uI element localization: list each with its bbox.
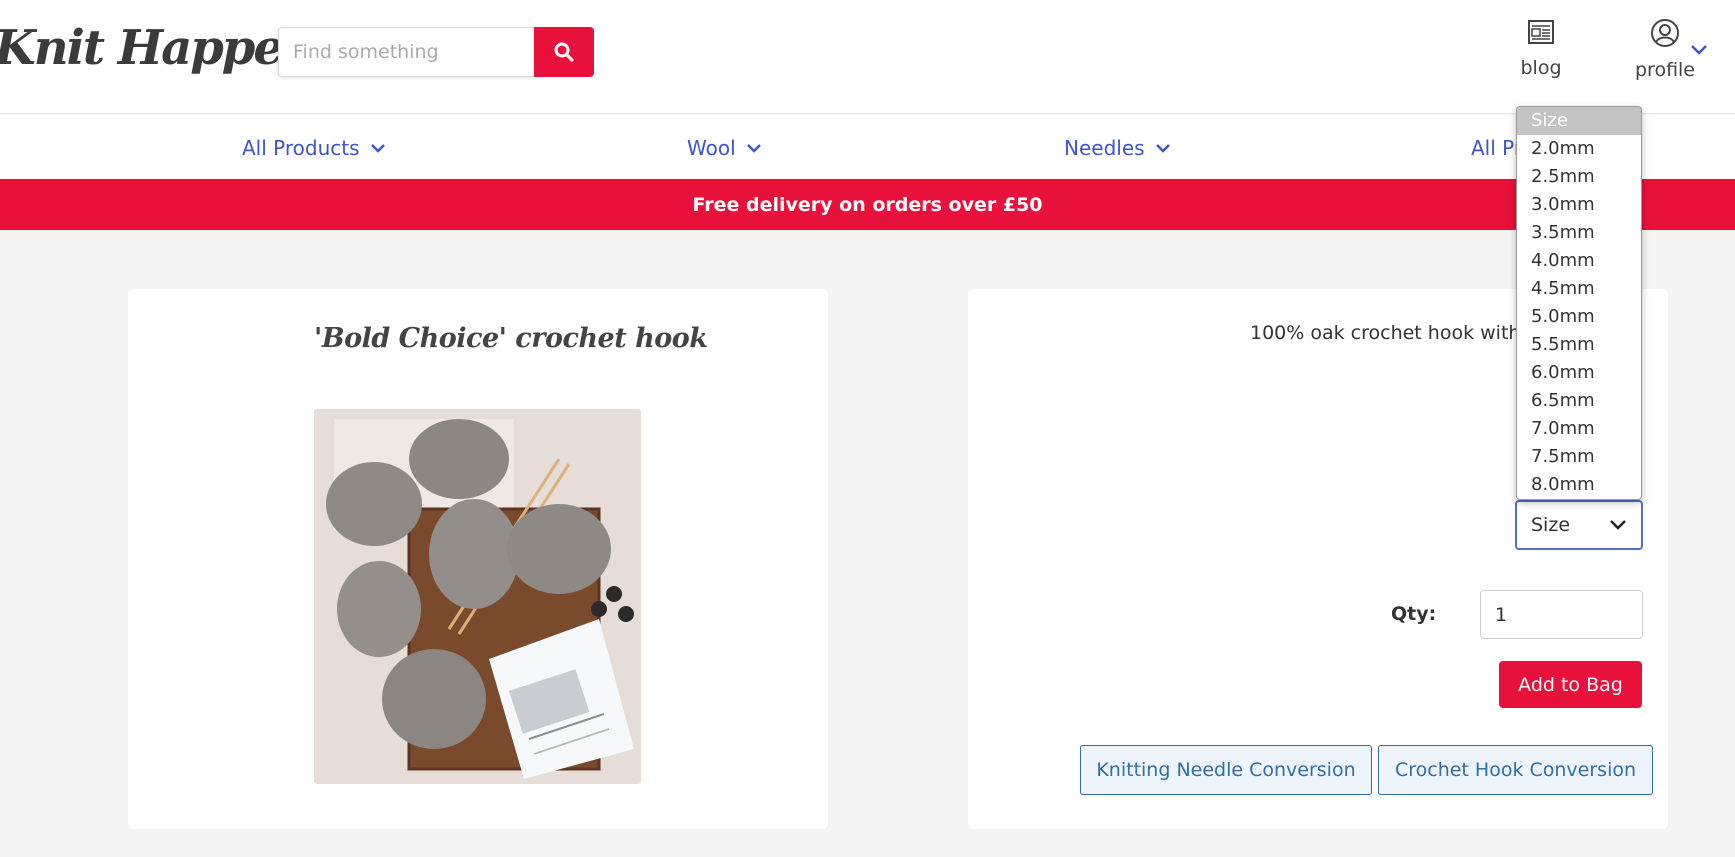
nav-item-all-products[interactable]: All Products [242,136,386,160]
user-icon [1651,19,1679,47]
crochet-hook-conversion-button[interactable]: Crochet Hook Conversion [1378,745,1653,795]
site-header: Knit Happens blog profile [0,0,1735,114]
size-option[interactable]: 2.5mm [1517,163,1641,191]
qty-label: Qty: [1391,603,1437,625]
chevron-down-icon [746,143,761,153]
blog-link[interactable]: blog [1510,18,1572,79]
size-option[interactable]: 2.0mm [1517,135,1641,163]
size-select-value: Size [1531,514,1571,536]
size-option[interactable]: 7.0mm [1517,415,1641,443]
nav-item-label: All Pr [1471,136,1523,160]
chevron-down-icon [1610,520,1626,530]
product-title: 'Bold Choice' crochet hook [314,323,708,354]
size-option[interactable]: Size [1517,107,1641,135]
knitting-needle-conversion-button[interactable]: Knitting Needle Conversion [1080,745,1372,795]
nav-item-needles[interactable]: Needles [1064,136,1171,160]
nav-item-label: All Products [242,136,360,160]
search-button[interactable] [534,27,594,77]
size-option[interactable]: 6.0mm [1517,359,1641,387]
product-image-card: 'Bold Choice' crochet hook [128,289,828,829]
newspaper-icon [1528,20,1554,44]
product-description: 100% oak crochet hook with k [1250,322,1538,344]
size-option[interactable]: 4.0mm [1517,247,1641,275]
main-nav: All Products Wool Needles All Pr [0,115,1735,179]
size-option[interactable]: 4.5mm [1517,275,1641,303]
promo-banner-text: Free delivery on orders over £50 [692,193,1043,216]
search-icon [554,42,574,62]
size-option[interactable]: 8.0mm [1517,471,1641,499]
size-select[interactable]: Size [1515,500,1643,550]
size-option[interactable]: 6.5mm [1517,387,1641,415]
chevron-down-icon [370,143,385,153]
chevron-down-icon [1155,143,1170,153]
size-dropdown-list: Size 2.0mm 2.5mm 3.0mm 3.5mm 4.0mm 4.5mm… [1516,106,1642,500]
size-option[interactable]: 3.0mm [1517,191,1641,219]
nav-item-all-promotions[interactable]: All Pr [1471,136,1522,160]
blog-label: blog [1520,57,1562,79]
size-option[interactable]: 3.5mm [1517,219,1641,247]
chevron-down-icon[interactable] [1690,44,1708,56]
nav-item-label: Wool [687,136,736,160]
nav-item-label: Needles [1064,136,1145,160]
add-to-bag-button[interactable]: Add to Bag [1499,661,1642,708]
size-option[interactable]: 5.5mm [1517,331,1641,359]
size-option[interactable]: 5.0mm [1517,303,1641,331]
qty-input[interactable] [1480,590,1643,639]
promo-banner: Free delivery on orders over £50 [0,179,1735,230]
size-option[interactable]: 7.5mm [1517,443,1641,471]
profile-label: profile [1634,59,1695,81]
product-photo [314,409,641,784]
nav-item-wool[interactable]: Wool [687,136,762,160]
product-image [314,409,641,784]
search-input[interactable] [278,27,534,77]
